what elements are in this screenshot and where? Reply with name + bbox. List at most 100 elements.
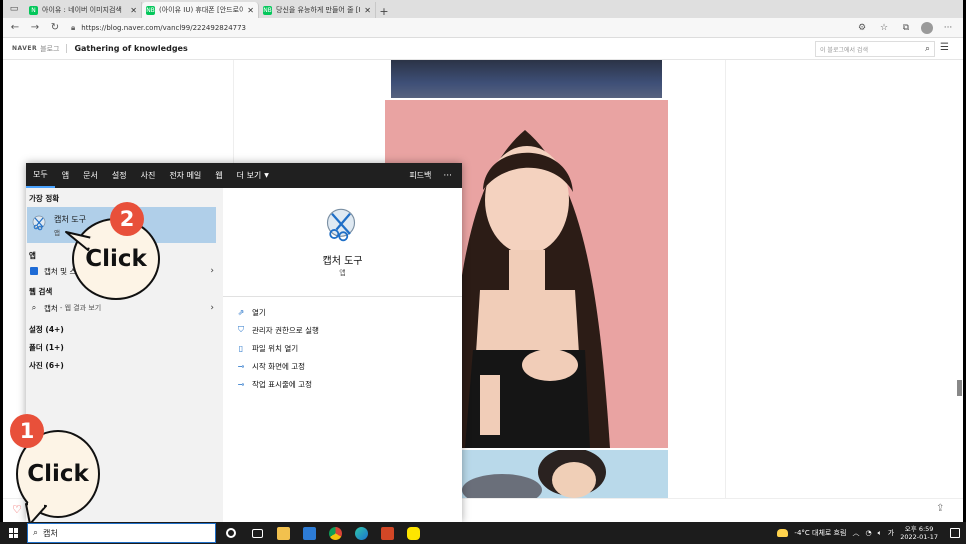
windows-logo-icon <box>9 528 19 538</box>
step-badge-1: 1 <box>10 414 44 448</box>
best-match-name: 캡처 도구 <box>54 215 86 224</box>
start-button[interactable] <box>3 522 25 544</box>
callout-text: Click <box>85 246 147 272</box>
refresh-icon[interactable]: ↻ <box>47 20 63 36</box>
site-permissions-icon[interactable]: ⚙ <box>855 21 869 35</box>
collections-icon[interactable]: ⧉ <box>899 21 913 35</box>
browser-tab-2[interactable]: NB (아이유 IU) 휴대폰 [안드로이드 ✕ <box>142 2 259 18</box>
section-heading-best-match: 가장 정확 <box>29 194 60 203</box>
edge-icon[interactable] <box>350 522 372 544</box>
lock-icon[interactable]: 🔒︎ <box>71 23 75 33</box>
url-field[interactable]: 🔒︎ https://blog.naver.com/vancl99/222492… <box>71 20 831 35</box>
chrome-icon[interactable] <box>324 522 346 544</box>
taskbar-search-input[interactable]: ⌕ 캡처 <box>27 523 216 543</box>
naver-favicon-icon: N <box>29 5 38 15</box>
cortana-icon[interactable] <box>220 522 242 544</box>
browser-tab-1[interactable]: N 아이유 : 네이버 이미지검색 ✕ <box>25 2 142 18</box>
tab-more[interactable]: 더 보기 ▼ <box>230 163 276 188</box>
hamburger-menu-icon[interactable]: ☰ <box>940 42 949 53</box>
powerpoint-icon[interactable] <box>376 522 398 544</box>
post-photo[interactable] <box>391 60 662 98</box>
web-suffix: - 웹 결과 보기 <box>59 304 102 312</box>
action-open-file-location[interactable]: ▯ 파일 위치 열기 <box>236 341 298 355</box>
callout-text: Click <box>27 461 89 487</box>
divider <box>725 60 726 500</box>
snipping-tool-icon <box>326 208 356 242</box>
blog-link[interactable]: 블로그 <box>40 44 59 54</box>
search-filter-tabs: 모두 앱 문서 설정 사진 전자 메일 웹 더 보기 ▼ 피드백 ··· <box>26 163 462 188</box>
pin-icon: ⊸ <box>237 361 245 371</box>
back-arrow-icon[interactable]: ← <box>7 20 23 36</box>
chevron-up-icon[interactable]: ︿ <box>852 528 859 538</box>
url-text: https://blog.naver.com/vancl99/222492824… <box>81 23 247 32</box>
browser-tab-3[interactable]: NB 당신을 유능하게 만들어 줄 [Icl... ✕ <box>259 2 376 18</box>
naver-blog-favicon-icon: NB <box>146 5 155 15</box>
clock[interactable]: 오후 6:59 2022-01-17 <box>900 525 938 541</box>
weather-text[interactable]: -4°C 대체로 흐림 <box>794 528 846 538</box>
post-photo[interactable] <box>462 450 668 498</box>
detail-app-name: 캡처 도구 <box>322 256 363 267</box>
ime-indicator[interactable]: 가 <box>888 528 894 538</box>
scrollbar-thumb[interactable] <box>957 380 962 396</box>
divider <box>223 296 462 297</box>
tab-photos[interactable]: 사진 <box>134 163 163 188</box>
shield-icon: ⛉ <box>238 325 244 334</box>
tab-all[interactable]: 모두 <box>26 163 55 188</box>
section-heading-folders[interactable]: 폴더 (1+) <box>29 342 64 353</box>
tab-settings[interactable]: 설정 <box>105 163 134 188</box>
section-heading-settings[interactable]: 설정 (4+) <box>29 324 64 335</box>
tab-actions-icon[interactable]: ▭ <box>7 2 21 16</box>
naver-logo[interactable]: NAVER <box>12 45 37 52</box>
tab-email[interactable]: 전자 메일 <box>162 163 208 188</box>
task-view-icon[interactable] <box>246 522 268 544</box>
heart-icon[interactable]: ♡ <box>12 503 22 516</box>
divider <box>66 44 68 53</box>
volume-icon[interactable]: 🔈︎ <box>878 529 882 538</box>
network-icon[interactable]: ◔ <box>865 529 871 537</box>
tab-apps[interactable]: 앱 <box>55 163 76 188</box>
file-explorer-icon[interactable] <box>272 522 294 544</box>
tab-title: 아이유 : 네이버 이미지검색 <box>42 6 122 14</box>
chevron-right-icon[interactable]: › <box>210 303 214 313</box>
browser-tab-bar: ▭ N 아이유 : 네이버 이미지검색 ✕ NB (아이유 IU) 휴대폰 [안… <box>3 0 963 18</box>
tab-more-label: 더 보기 <box>236 171 262 180</box>
action-label: 파일 위치 열기 <box>252 343 299 353</box>
tab-web[interactable]: 웹 <box>208 163 229 188</box>
action-label: 관리자 권한으로 실행 <box>252 325 319 335</box>
callout-tail <box>65 231 94 251</box>
action-open[interactable]: ⇗ 열기 <box>236 305 266 319</box>
open-icon: ⇗ <box>237 307 245 317</box>
close-icon[interactable]: ✕ <box>247 6 254 15</box>
more-menu-icon[interactable]: ··· <box>941 21 955 35</box>
weather-icon[interactable] <box>777 529 789 537</box>
action-pin-to-taskbar[interactable]: ⊸ 작업 표시줄에 고정 <box>236 377 312 391</box>
snip-sketch-icon <box>29 266 39 276</box>
action-label: 작업 표시줄에 고정 <box>252 379 312 389</box>
kakaotalk-icon[interactable] <box>402 522 424 544</box>
new-tab-button[interactable]: + <box>376 5 392 18</box>
store-icon[interactable] <box>298 522 320 544</box>
favorite-star-icon[interactable]: ☆ <box>877 21 891 35</box>
snipping-tool-icon <box>32 215 46 231</box>
section-heading-photos[interactable]: 사진 (6+) <box>29 360 64 371</box>
tab-documents[interactable]: 문서 <box>76 163 105 188</box>
search-placeholder: 이 블로그에서 검색 <box>820 46 868 54</box>
share-icon[interactable]: ⇪ <box>936 503 944 514</box>
action-run-as-admin[interactable]: ⛉ 관리자 권한으로 실행 <box>236 323 319 337</box>
profile-avatar[interactable] <box>921 21 933 34</box>
blog-search-input[interactable]: 이 블로그에서 검색 ⌕ <box>815 41 935 57</box>
section-heading-apps: 앱 <box>29 251 36 260</box>
close-icon[interactable]: ✕ <box>130 6 137 15</box>
notification-icon[interactable] <box>950 528 960 538</box>
blog-title[interactable]: Gathering of knowledges <box>74 44 187 53</box>
naver-blog-favicon-icon: NB <box>263 5 272 15</box>
feedback-button[interactable]: 피드백 <box>401 170 439 181</box>
action-label: 열기 <box>252 307 266 317</box>
action-pin-to-start[interactable]: ⊸ 시작 화면에 고정 <box>236 359 305 373</box>
search-icon[interactable]: ⌕ <box>925 44 930 54</box>
close-icon[interactable]: ✕ <box>364 6 371 15</box>
more-options-button[interactable]: ··· <box>439 171 462 181</box>
forward-arrow-icon[interactable]: → <box>27 20 43 36</box>
list-item-web-search[interactable]: ⌕ 캡처 - 웹 결과 보기 › <box>29 300 214 316</box>
chevron-right-icon[interactable]: › <box>210 266 214 276</box>
